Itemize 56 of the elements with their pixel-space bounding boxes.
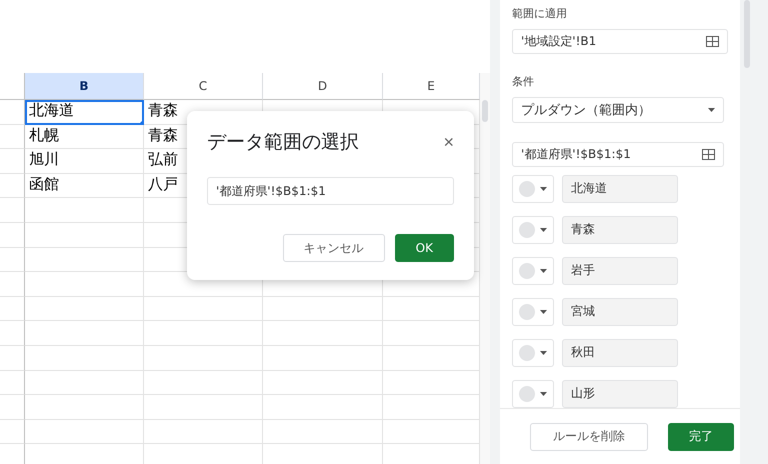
table-cell: 北海道 <box>25 100 144 125</box>
color-picker-button[interactable] <box>512 380 554 408</box>
color-picker-button[interactable] <box>512 174 554 203</box>
caret-icon <box>540 228 547 232</box>
row-header[interactable] <box>0 370 25 396</box>
row-header[interactable] <box>0 420 25 444</box>
caret-icon <box>540 310 547 314</box>
caret-icon <box>540 268 547 273</box>
item-field[interactable]: 山形 <box>562 380 678 408</box>
grid-icon[interactable] <box>702 148 715 160</box>
apply-range-label: 範囲に適用 <box>512 6 568 21</box>
color-picker-button[interactable] <box>512 256 554 285</box>
table-cell: 札幌 <box>25 124 144 150</box>
caret-icon <box>540 186 547 191</box>
item-field[interactable]: 宮城 <box>562 298 678 326</box>
column-header[interactable]: D <box>263 73 383 100</box>
column-header[interactable]: E <box>383 73 480 100</box>
range-field[interactable]: '都道府県'!$B$1:$1 <box>207 177 454 205</box>
condition-dropdown[interactable]: プルダウン（範囲内） <box>512 97 724 123</box>
confirm-button[interactable]: 完了 <box>668 422 734 450</box>
column-header[interactable]: C <box>144 73 263 100</box>
row-header[interactable] <box>0 174 25 198</box>
row-header[interactable] <box>0 222 25 248</box>
secondary-button[interactable]: ルールを削除 <box>530 422 648 450</box>
color-picker-button[interactable] <box>512 338 554 367</box>
apply-range-field[interactable]: '地域設定'!B1 <box>512 29 728 54</box>
row-header[interactable] <box>0 149 25 174</box>
condition-label: 条件 <box>512 74 535 90</box>
table-cell: 函館 <box>25 174 144 198</box>
caret-icon <box>540 350 547 355</box>
row-header[interactable] <box>0 395 25 420</box>
row-header[interactable] <box>0 272 25 297</box>
caret-icon <box>540 392 547 396</box>
close-button[interactable]: × <box>443 132 454 152</box>
row-header[interactable] <box>0 198 25 223</box>
column-header[interactable]: B <box>25 73 144 100</box>
secondary-button[interactable]: キャンセル <box>282 234 385 262</box>
source-range-field[interactable]: '都道府県'!$B$1:$1 <box>512 142 724 167</box>
color-picker-button[interactable] <box>512 298 554 326</box>
table-cell: 旭川 <box>25 149 144 174</box>
scrollbar-thumb[interactable] <box>482 100 488 122</box>
grid-icon[interactable] <box>706 36 719 48</box>
row-header[interactable] <box>0 296 25 322</box>
row-header[interactable] <box>0 100 25 125</box>
item-field[interactable]: 北海道 <box>562 174 678 203</box>
caret-icon <box>708 108 715 112</box>
select-all-corner[interactable] <box>0 73 25 100</box>
item-field[interactable]: 岩手 <box>562 256 678 285</box>
item-field[interactable]: 秋田 <box>562 338 678 367</box>
row-header[interactable] <box>0 321 25 346</box>
row-header[interactable] <box>0 346 25 371</box>
row-header[interactable] <box>0 248 25 272</box>
item-field[interactable]: 青森 <box>562 216 678 244</box>
color-picker-button[interactable] <box>512 216 554 244</box>
row-header[interactable] <box>0 124 25 150</box>
confirm-button[interactable]: OK <box>394 234 454 262</box>
